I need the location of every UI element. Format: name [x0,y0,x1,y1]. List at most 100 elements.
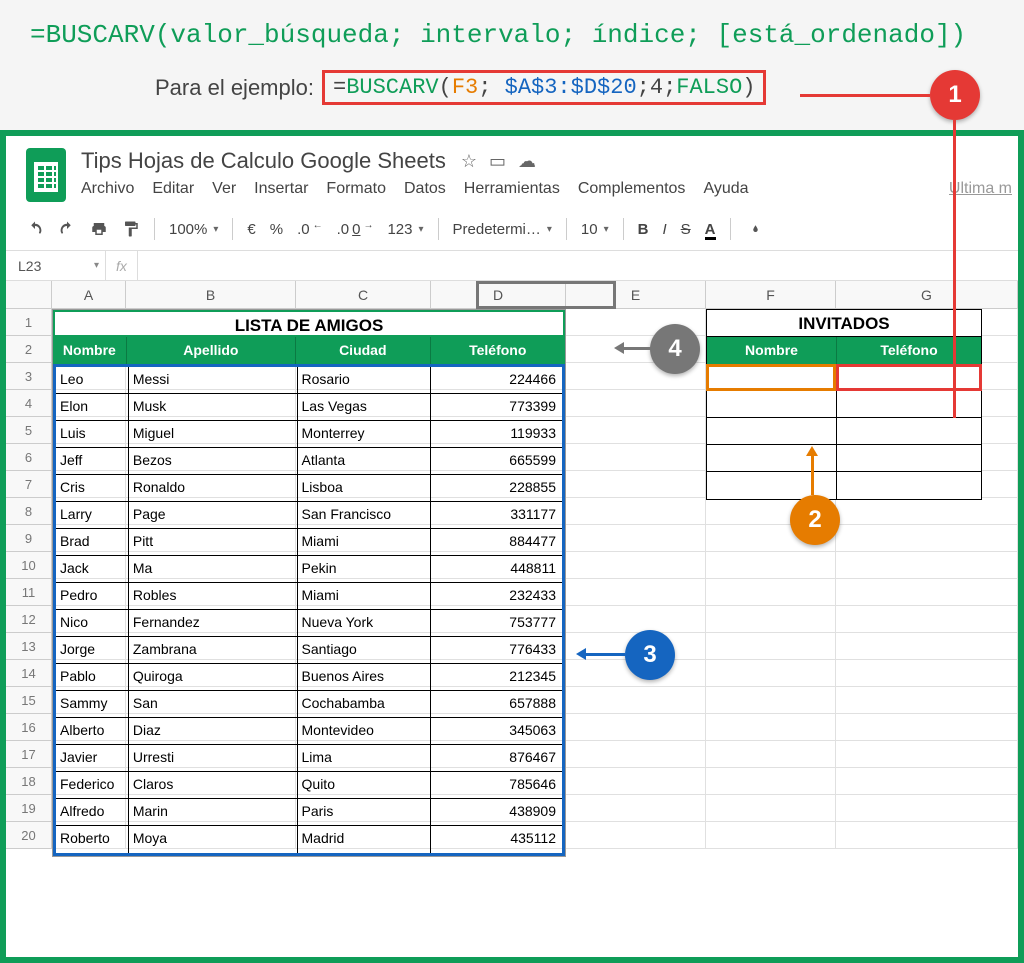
menu-ver[interactable]: Ver [212,180,236,198]
table-row[interactable]: LarryPageSan Francisco331177 [56,502,562,529]
cell-G19[interactable] [836,795,1018,822]
table-cell[interactable]: 785646 [431,772,562,798]
table-cell[interactable]: Jack [56,556,129,582]
cell-F12[interactable] [706,606,836,633]
cell-E9[interactable] [566,525,706,552]
table-row[interactable]: LeoMessiRosario224466 [56,367,562,394]
cell-E11[interactable] [566,579,706,606]
row-header-9[interactable]: 9 [6,525,52,552]
menu-herramientas[interactable]: Herramientas [464,180,560,198]
cell-G11[interactable] [836,579,1018,606]
row-header-14[interactable]: 14 [6,660,52,687]
table-cell[interactable]: Cochabamba [298,691,432,717]
table-cell[interactable]: Urresti [129,745,298,771]
col-header-C[interactable]: C [296,281,431,308]
decrease-decimal[interactable]: .0← [297,221,323,238]
row-header-15[interactable]: 15 [6,687,52,714]
cell-E18[interactable] [566,768,706,795]
menu-archivo[interactable]: Archivo [81,180,134,198]
table-cell[interactable]: 876467 [431,745,562,771]
last-modified[interactable]: Última m [949,180,1018,198]
table-cell[interactable]: Luis [56,421,129,447]
table-cell[interactable]: 345063 [431,718,562,744]
table-row[interactable]: SammySanCochabamba657888 [56,691,562,718]
table-cell[interactable]: Las Vegas [298,394,432,420]
table-cell[interactable]: 228855 [431,475,562,501]
cell-F13[interactable] [706,633,836,660]
table-cell[interactable]: Elon [56,394,129,420]
table-cell[interactable]: Jeff [56,448,129,474]
table-cell[interactable]: Fernandez [129,610,298,636]
italic-button[interactable]: I [662,221,666,238]
table-cell[interactable]: Messi [129,367,298,393]
table-row[interactable]: ElonMuskLas Vegas773399 [56,394,562,421]
paint-format-icon[interactable] [122,220,140,238]
table-cell[interactable]: Musk [129,394,298,420]
cell-E20[interactable] [566,822,706,849]
table-cell[interactable]: Lima [298,745,432,771]
increase-decimal[interactable]: .00→ [337,221,374,238]
table-cell[interactable]: Miguel [129,421,298,447]
fill-color-icon[interactable] [745,220,763,238]
table-cell[interactable]: San [129,691,298,717]
table-cell[interactable]: Moya [129,826,298,853]
table-cell[interactable]: Marin [129,799,298,825]
cell-E15[interactable] [566,687,706,714]
cell-E16[interactable] [566,714,706,741]
formula-bar[interactable] [137,251,1018,280]
percent-format[interactable]: % [270,221,283,238]
table-cell[interactable]: Lisboa [298,475,432,501]
cell-G8[interactable] [836,498,1018,525]
cell-F20[interactable] [706,822,836,849]
table-row[interactable]: AlfredoMarinParis438909 [56,799,562,826]
table-cell[interactable]: 232433 [431,583,562,609]
cell-E10[interactable] [566,552,706,579]
table-cell[interactable]: Madrid [298,826,432,853]
row-header-3[interactable]: 3 [6,363,52,390]
row-header-4[interactable]: 4 [6,390,52,417]
row-header-5[interactable]: 5 [6,417,52,444]
col-header-G[interactable]: G [836,281,1018,308]
font-dropdown[interactable]: Predetermi… [453,221,552,238]
row-header-10[interactable]: 10 [6,552,52,579]
table-cell[interactable]: Miami [298,583,432,609]
table-row[interactable]: LuisMiguelMonterrey119933 [56,421,562,448]
table-cell[interactable]: 773399 [431,394,562,420]
table-cell[interactable]: Diaz [129,718,298,744]
table-cell[interactable]: Sammy [56,691,129,717]
table-row[interactable]: JavierUrrestiLima876467 [56,745,562,772]
table-row[interactable]: RobertoMoyaMadrid435112 [56,826,562,853]
table-cell[interactable]: Ronaldo [129,475,298,501]
table-cell[interactable]: Javier [56,745,129,771]
table-row[interactable]: NicoFernandezNueva York753777 [56,610,562,637]
col-header-B[interactable]: B [126,281,296,308]
row-header-19[interactable]: 19 [6,795,52,822]
cell-F17[interactable] [706,741,836,768]
text-color-button[interactable]: A [705,221,716,238]
table-cell[interactable]: Brad [56,529,129,555]
table-cell[interactable]: 884477 [431,529,562,555]
table-cell[interactable]: San Francisco [298,502,432,528]
table-cell[interactable]: 665599 [431,448,562,474]
cell-E19[interactable] [566,795,706,822]
table-cell[interactable]: Quito [298,772,432,798]
row-header-7[interactable]: 7 [6,471,52,498]
cell-G18[interactable] [836,768,1018,795]
table-cell[interactable]: Montevideo [298,718,432,744]
cell-F16[interactable] [706,714,836,741]
cell-G9[interactable] [836,525,1018,552]
table-cell[interactable]: Pablo [56,664,129,690]
cell-F18[interactable] [706,768,836,795]
table-cell[interactable]: Cris [56,475,129,501]
table-row[interactable]: JorgeZambranaSantiago776433 [56,637,562,664]
spreadsheet-grid[interactable]: A B C D E F G 12345678910111213141516171… [6,281,1018,849]
cell-F11[interactable] [706,579,836,606]
cell-E8[interactable] [566,498,706,525]
table-cell[interactable]: 753777 [431,610,562,636]
table-cell[interactable]: Miami [298,529,432,555]
table-cell[interactable]: Claros [129,772,298,798]
table-cell[interactable]: Jorge [56,637,129,663]
menu-ayuda[interactable]: Ayuda [703,180,748,198]
cell-G17[interactable] [836,741,1018,768]
cell-F15[interactable] [706,687,836,714]
